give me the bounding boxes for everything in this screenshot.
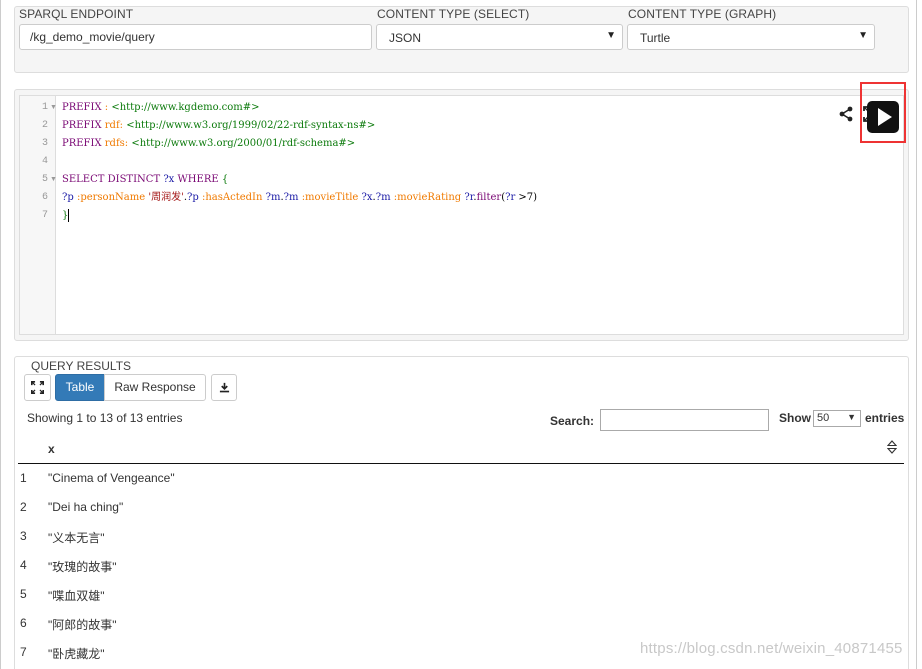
content-type-graph-value: Turtle <box>640 31 671 45</box>
column-header-x[interactable]: x <box>48 442 55 456</box>
chevron-down-icon: ▼ <box>606 30 616 41</box>
line-number: 1 <box>41 102 48 113</box>
download-icon <box>219 382 229 393</box>
fold-arrow-icon[interactable]: ▼ <box>50 171 57 189</box>
row-value: "义本无言" <box>48 531 105 545</box>
endpoint-label: SPARQL ENDPOINT <box>19 7 134 21</box>
line-number: 4 <box>41 156 48 167</box>
row-number: 7 <box>20 645 27 659</box>
results-fullscreen-button[interactable] <box>24 374 51 401</box>
line-number: 6 <box>41 192 48 203</box>
code-line: ?p :personName '周润发'.?p :hasActedIn ?m.?… <box>62 192 538 203</box>
line-number: 7 <box>41 210 48 221</box>
chevron-down-icon: ▼ <box>847 412 856 422</box>
row-number: 2 <box>20 500 27 514</box>
row-value: "Dei ha ching" <box>48 500 124 514</box>
table-row[interactable]: 3 "义本无言" <box>18 522 904 551</box>
sort-icon[interactable] <box>887 440 897 454</box>
page-size-value: 50 <box>817 412 830 424</box>
row-number: 1 <box>20 471 27 485</box>
endpoint-input[interactable] <box>19 24 372 50</box>
code-line: } <box>62 209 70 222</box>
search-input[interactable] <box>600 409 769 431</box>
share-icon[interactable] <box>838 106 854 122</box>
row-value: "阿郎的故事" <box>48 618 117 632</box>
row-value: "喋血双雄" <box>48 589 105 603</box>
content-type-graph-dropdown[interactable]: Turtle ▼ <box>627 24 875 50</box>
play-icon <box>878 108 892 126</box>
line-number: 5 <box>41 174 48 185</box>
table-row[interactable]: 6 "阿郎的故事" <box>18 609 904 638</box>
row-value: "Cinema of Vengeance" <box>48 471 175 485</box>
row-number: 3 <box>20 529 27 543</box>
line-number-gutter: 1 ▼ 2 3 4 5 ▼ 6 7 <box>20 96 57 334</box>
content-type-select-label: CONTENT TYPE (SELECT) <box>377 7 530 21</box>
row-number: 5 <box>20 587 27 601</box>
table-row[interactable]: 5 "喋血双雄" <box>18 580 904 609</box>
table-row[interactable]: 1 "Cinema of Vengeance" <box>18 464 904 493</box>
content-type-graph-label: CONTENT TYPE (GRAPH) <box>628 7 777 21</box>
tab-raw-response[interactable]: Raw Response <box>104 374 206 401</box>
line-number: 3 <box>41 138 48 149</box>
code-line: SELECT DISTINCT ?x WHERE { <box>62 174 229 185</box>
show-label: Show <box>779 411 811 425</box>
row-value: "玫瑰的故事" <box>48 560 117 574</box>
entries-label: entries <box>865 411 905 425</box>
tab-table[interactable]: Table <box>55 374 105 401</box>
query-editor-panel: 1 ▼ 2 3 4 5 ▼ 6 7 PREFIX : <http://www.k… <box>14 89 909 341</box>
fold-arrow-icon[interactable]: ▼ <box>50 99 57 117</box>
content-type-select-value: JSON <box>389 31 422 45</box>
row-number: 4 <box>20 558 27 572</box>
table-row[interactable]: 4 "玫瑰的故事" <box>18 551 904 580</box>
code-line: PREFIX : <http://www.kgdemo.com#> <box>62 102 260 113</box>
query-editor[interactable]: 1 ▼ 2 3 4 5 ▼ 6 7 PREFIX : <http://www.k… <box>19 95 904 335</box>
code-line: PREFIX rdf: <http://www.w3.org/1999/02/2… <box>62 120 376 131</box>
line-number: 2 <box>41 120 48 131</box>
table-row[interactable]: 2 "Dei ha ching" <box>18 493 904 522</box>
fullscreen-icon <box>31 381 44 394</box>
search-label: Search: <box>550 414 595 428</box>
watermark: https://blog.csdn.net/weixin_40871455 <box>640 640 903 657</box>
query-results-title: QUERY RESULTS <box>31 359 132 373</box>
code-line: PREFIX rdfs: <http://www.w3.org/2000/01/… <box>62 138 356 149</box>
entries-info: Showing 1 to 13 of 13 entries <box>27 411 183 425</box>
run-query-button[interactable] <box>867 101 899 133</box>
row-number: 6 <box>20 616 27 630</box>
content-type-select-dropdown[interactable]: JSON ▼ <box>376 24 623 50</box>
page-size-select[interactable]: 50 ▼ <box>813 410 861 427</box>
download-button[interactable] <box>211 374 237 401</box>
row-value: "卧虎藏龙" <box>48 647 105 661</box>
chevron-down-icon: ▼ <box>858 30 868 41</box>
